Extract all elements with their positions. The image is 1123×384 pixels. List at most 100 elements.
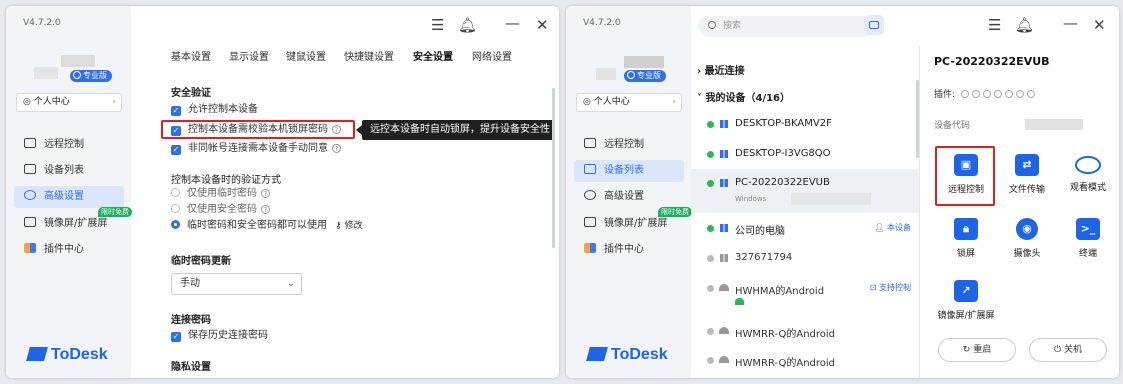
device-list: › 最近连接 ˅ 我的设备（4/16） DESKTOP-BKAMV2F DESK… — [691, 46, 919, 378]
android-small-icon — [735, 298, 744, 305]
nav-remote-control[interactable]: 远程控制 — [14, 134, 124, 156]
search-input[interactable]: 搜索 — [698, 16, 873, 37]
radio-temp-password[interactable]: 仅使用临时密码? — [171, 187, 270, 201]
camera-action[interactable]: ◉ 摄像头 — [997, 212, 1057, 266]
add-device-button[interactable] — [864, 15, 884, 35]
radio-security-password[interactable]: 仅使用安全密码? — [171, 203, 270, 217]
file-transfer-icon: ⇄ — [1015, 154, 1039, 176]
gear-icon — [584, 190, 596, 200]
restart-button[interactable]: ↻ 重启 — [938, 338, 1016, 362]
list-item[interactable]: HWMRR-Q的Android — [691, 317, 919, 347]
nav-plugin-center[interactable]: 插件中心 — [574, 239, 684, 261]
close-icon[interactable]: ✕ — [1093, 16, 1106, 34]
device-name: HWMRR-Q的Android — [735, 329, 836, 340]
personal-center-button[interactable]: ◎ 个人中心 › — [16, 93, 122, 112]
temp-password-update-select[interactable]: 手动 ⌄ — [171, 273, 302, 295]
plugin-icon[interactable] — [971, 90, 980, 98]
plugin-icon[interactable] — [1004, 90, 1013, 98]
menu-icon[interactable]: ☰ — [431, 16, 444, 34]
avatar[interactable] — [34, 67, 58, 79]
checkbox-manual-approve[interactable]: ✓ 非同帐号连接需本设备手动同意? — [171, 142, 341, 156]
shutdown-button[interactable]: ⏻ 关机 — [1029, 338, 1107, 362]
view-mode-action[interactable]: 观看模式 — [1058, 148, 1118, 202]
tab-security[interactable]: 安全设置 — [413, 48, 453, 63]
group-recent[interactable]: › 最近连接 — [697, 62, 745, 77]
group-my-devices[interactable]: ˅ 我的设备（4/16） — [697, 89, 790, 104]
help-icon[interactable]: ? — [261, 205, 270, 214]
search-icon — [708, 21, 716, 29]
action-label: 观看模式 — [1069, 183, 1106, 193]
nav-device-list[interactable]: 设备列表 — [574, 160, 684, 182]
personal-center-button[interactable]: ◎ 个人中心 › — [576, 93, 682, 112]
list-item[interactable]: 327671794 — [691, 244, 919, 274]
nav-label: 插件中心 — [44, 244, 84, 255]
nav-device-list[interactable]: 设备列表 — [14, 160, 124, 182]
list-item[interactable]: 公司的电脑 👤︎ 本设备 — [691, 214, 919, 244]
help-icon[interactable]: ? — [332, 144, 341, 153]
file-transfer-action[interactable]: ⇄ 文件传输 — [997, 148, 1057, 202]
tab-display[interactable]: 显示设置 — [229, 48, 269, 63]
close-icon[interactable]: ✕ — [536, 16, 549, 34]
list-item-selected[interactable]: PC-20220322EVUB Windows — [691, 169, 919, 213]
checkbox-allow-control[interactable]: ✓ 允许控制本设备 — [171, 103, 258, 117]
online-dot — [707, 151, 714, 158]
tab-keyboard-mouse[interactable]: 键鼠设置 — [286, 48, 326, 63]
section-conn-password-title: 连接密码 — [171, 315, 211, 326]
avatar[interactable] — [596, 68, 616, 80]
list-item[interactable]: HWHMA的Android ⊡ 支持控制 — [691, 274, 919, 314]
minimize-icon[interactable]: — — [1063, 14, 1078, 32]
settings-window: V4.7.2.0 专业版 ◎ 个人中心 › 远程控制 设备列表 高级设置 镜像屏/… — [6, 6, 559, 378]
nav-mirror-screen[interactable]: 镜像屏/扩展屏 限时免费 — [574, 207, 692, 235]
terminal-action[interactable]: >_ 终端 — [1058, 212, 1118, 266]
action-label: 锁屏 — [956, 249, 975, 259]
plugin-icon[interactable] — [1015, 90, 1024, 98]
nav-plugin-center[interactable]: 插件中心 — [14, 239, 124, 261]
this-device-tag: 👤︎ 本设备 — [874, 222, 911, 233]
edit-link[interactable]: ⚷ 修改 — [335, 221, 362, 231]
support-control-tag: ⊡ 支持控制 — [870, 282, 911, 293]
tab-basic[interactable]: 基本设置 — [171, 48, 211, 63]
personal-center-label: 个人中心 — [593, 97, 630, 107]
scrollbar[interactable] — [552, 88, 555, 248]
help-icon[interactable]: ? — [261, 189, 270, 198]
list-item[interactable]: DESKTOP-I3VG8QO — [691, 140, 919, 170]
windows-icon — [720, 254, 728, 262]
screen-icon — [24, 217, 36, 227]
bell-icon[interactable]: 🔔︎ — [458, 16, 477, 34]
menu-icon[interactable]: ☰ — [988, 16, 1001, 34]
plugin-icon[interactable] — [982, 90, 991, 98]
list-item[interactable]: HWMRR-Q的Android — [691, 346, 919, 376]
windows-icon — [720, 179, 728, 187]
nav-remote-control[interactable]: 远程控制 — [574, 134, 684, 156]
radio-both-passwords[interactable]: 临时密码和安全密码都可以使用 ⚷ 修改 — [171, 219, 362, 233]
device-code-value — [1025, 119, 1083, 130]
username-blur — [624, 56, 664, 68]
tab-network[interactable]: 网络设置 — [472, 48, 512, 63]
eye-icon — [1075, 156, 1101, 174]
android-icon — [719, 327, 729, 334]
android-icon — [719, 356, 729, 363]
divider — [919, 46, 920, 378]
plugin-icon[interactable] — [993, 90, 1002, 98]
action-label: 文件传输 — [1008, 185, 1045, 195]
sidebar: V4.7.2.0 专业版 ◎ 个人中心 › 远程控制 设备列表 高级设置 镜像屏/… — [566, 6, 692, 378]
list-item[interactable]: DESKTOP-BKAMV2F — [691, 110, 919, 140]
nav-mirror-screen[interactable]: 镜像屏/扩展屏 限时免费 — [14, 207, 132, 235]
pro-icon — [73, 71, 81, 79]
plugin-icon[interactable] — [1026, 90, 1035, 98]
tab-shortcut[interactable]: 快捷键设置 — [344, 48, 394, 63]
gear-icon — [24, 190, 36, 200]
android-icon — [719, 284, 729, 291]
bell-icon[interactable]: 🔔︎ — [1015, 16, 1034, 34]
mirror-screen-action[interactable]: ↗ 镜像屏/扩展屏 — [929, 274, 1003, 328]
nav-advanced-settings[interactable]: 高级设置 — [574, 186, 684, 208]
search-placeholder: 搜索 — [723, 21, 742, 31]
lock-screen-action[interactable]: 🔒︎ 锁屏 — [936, 212, 996, 266]
minimize-icon[interactable]: — — [505, 14, 520, 32]
plugin-icon[interactable] — [960, 90, 969, 98]
checkbox-save-history-password[interactable]: ✓ 保存历史连接密码 — [171, 329, 268, 343]
monitor-icon — [584, 138, 596, 148]
checkbox-icon: ✓ — [171, 332, 181, 342]
nav-advanced-settings[interactable]: 高级设置 — [14, 186, 124, 208]
tooltip: 远控本设备时自动锁屏，提升设备安全性 — [356, 120, 554, 140]
